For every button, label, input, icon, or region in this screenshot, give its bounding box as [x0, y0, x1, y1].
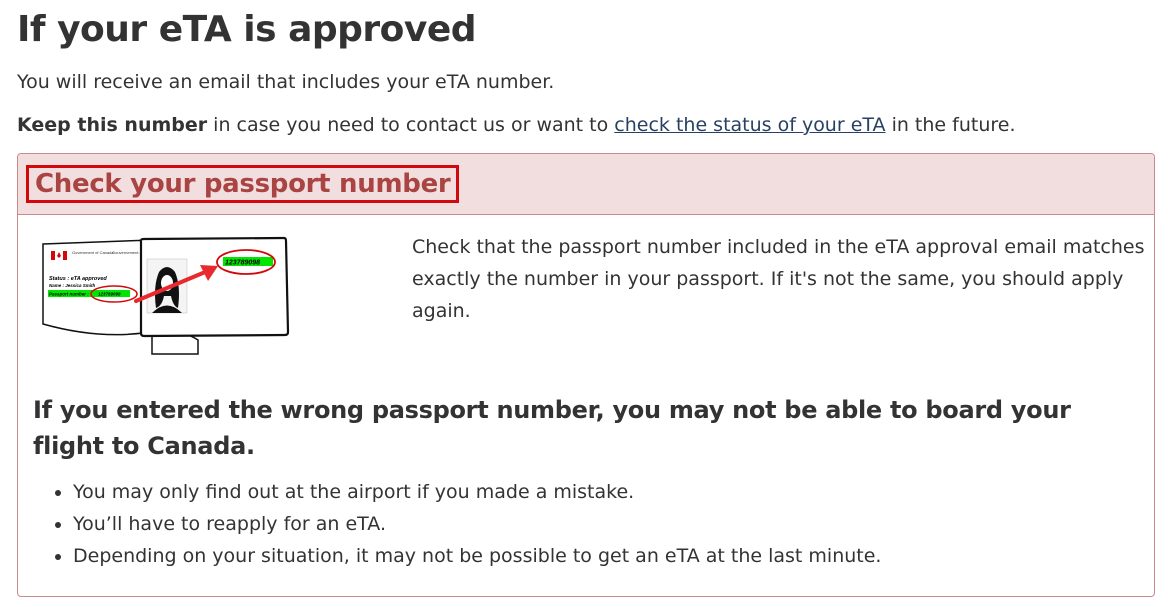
passport-number-text: 123789098 [225, 260, 260, 267]
wrong-passport-warning-heading: If you entered the wrong passport number… [33, 396, 1071, 460]
email-passport-number-text: 123789098 [98, 292, 121, 297]
list-item: Depending on your situation, it may not … [73, 540, 881, 572]
page-title: If your eTA is approved [17, 9, 477, 50]
list-item: You’ll have to reapply for an eTA. [73, 508, 881, 540]
status-line-text: Status : eTA approved [49, 276, 107, 282]
passport-check-text: Check that the passport number included … [412, 236, 1145, 322]
name-line-text: Name : Jessica Smith [49, 283, 96, 288]
intro-paragraph: You will receive an email that includes … [17, 71, 555, 93]
panel-title: Check your passport number [35, 169, 451, 199]
keep-number-paragraph: Keep this number in case you need to con… [17, 112, 1016, 138]
check-status-link[interactable]: check the status of your eTA [614, 114, 885, 136]
page: If your eTA is approved You will receive… [0, 0, 1168, 607]
keep-number-text-after: in the future. [885, 114, 1016, 136]
consequences-list: You may only find out at the airport if … [33, 476, 881, 572]
keep-number-text-before: in case you need to contact us or want t… [207, 114, 615, 136]
flag-left-bar [51, 251, 55, 260]
list-item: You may only find out at the airport if … [73, 476, 881, 508]
keep-number-strong: Keep this number [17, 114, 208, 136]
passport-panel: Check your passport number Government of… [17, 153, 1155, 597]
heading-highlight-box: Check your passport number [26, 165, 460, 203]
flag-right-bar [63, 251, 67, 260]
gov-en-text: Government of Canada [72, 250, 114, 255]
passport-label-text: Passport number : [49, 292, 89, 297]
passport-email-illustration: Government of Canada Gouvernement du Can… [42, 236, 290, 355]
panel-heading: Check your passport number [18, 154, 1154, 215]
